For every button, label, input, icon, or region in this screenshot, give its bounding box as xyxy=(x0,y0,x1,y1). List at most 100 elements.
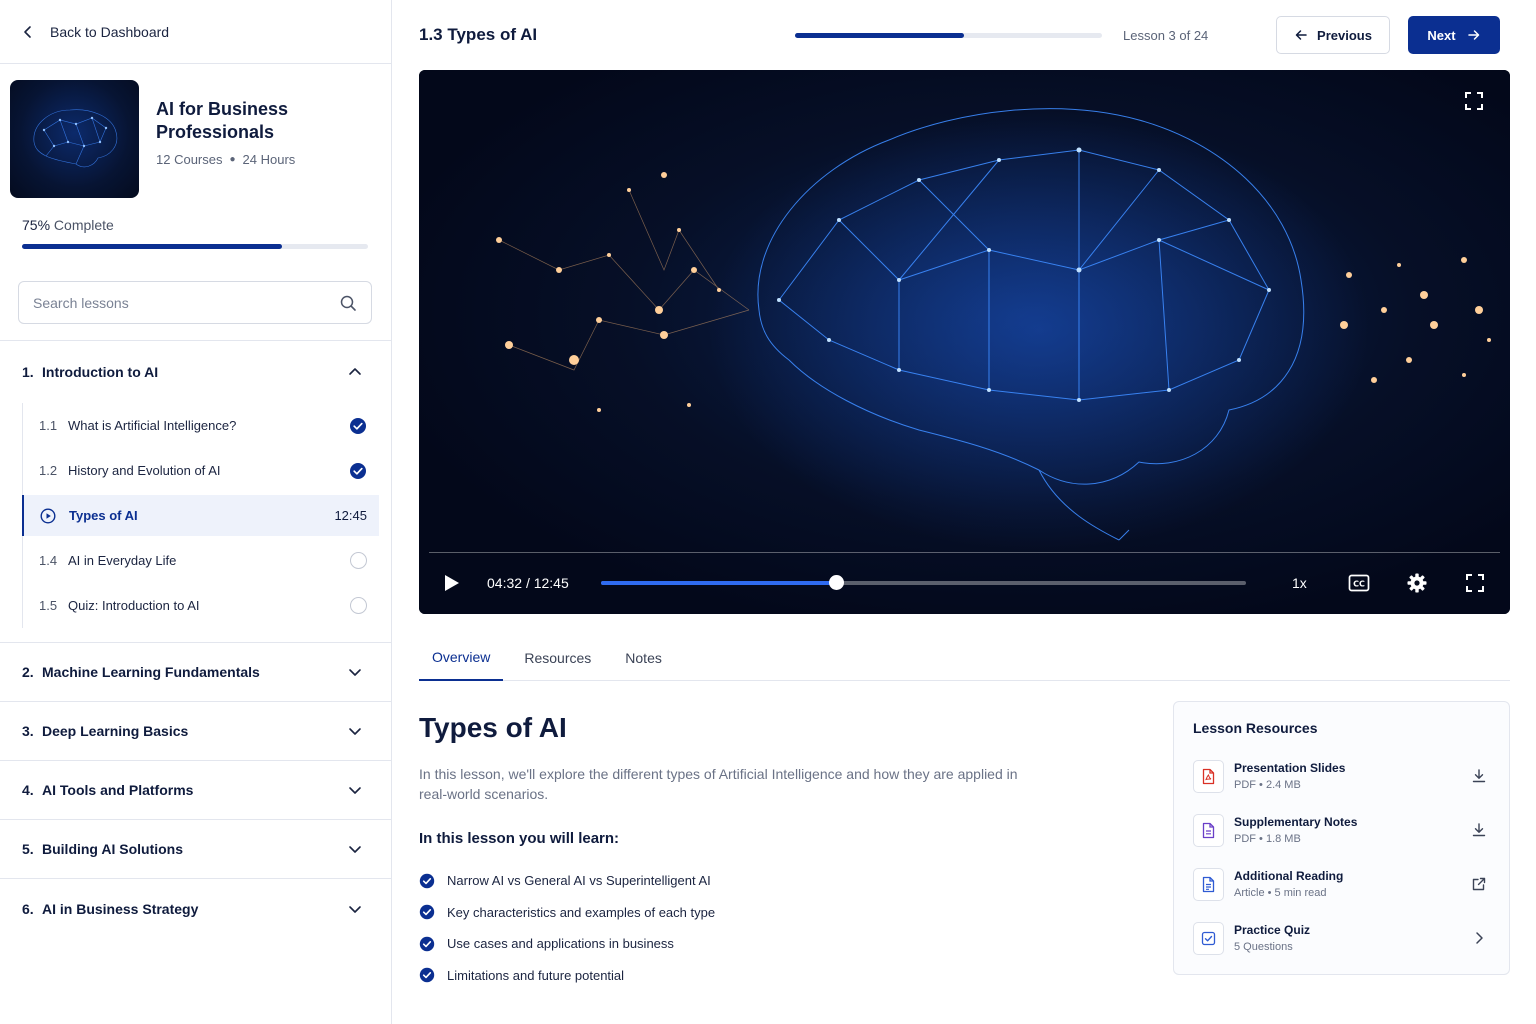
module-title: Building AI Solutions xyxy=(42,841,184,857)
notes-file-icon xyxy=(1202,822,1215,838)
cc-icon-text: CC xyxy=(1353,580,1365,589)
course-progress-label: 75% Complete xyxy=(22,217,114,233)
search-icon[interactable] xyxy=(339,294,357,312)
resource-additional-reading[interactable]: Additional Reading Article • 5 min read xyxy=(1193,857,1491,911)
learn-item-text: Limitations and future potential xyxy=(447,967,625,983)
learn-item-text: Narrow AI vs General AI vs Superintellig… xyxy=(447,873,711,889)
settings-gear-icon[interactable] xyxy=(1406,572,1428,594)
module-header-3[interactable]: 3. Deep Learning Basics xyxy=(0,702,391,761)
resource-practice-quiz[interactable]: Practice Quiz 5 Questions xyxy=(1193,911,1491,965)
download-icon[interactable] xyxy=(1471,822,1487,838)
module-title: Introduction to AI xyxy=(42,364,159,380)
check-circle-icon xyxy=(350,462,366,479)
fullscreen-icon[interactable] xyxy=(1464,572,1486,594)
resource-meta: PDF • 2.4 MB xyxy=(1234,779,1301,791)
overview-title: Types of AI xyxy=(419,712,567,743)
learn-heading: In this lesson you will learn: xyxy=(419,830,620,847)
previous-button[interactable]: Previous xyxy=(1276,16,1390,54)
playback-speed-button[interactable]: 1x xyxy=(1292,575,1332,591)
arrow-right-icon xyxy=(1467,30,1479,40)
time-separator: / xyxy=(525,575,530,591)
module-number: 6. xyxy=(22,900,34,917)
next-button[interactable]: Next xyxy=(1408,16,1500,54)
lesson-item-1-3-current[interactable]: Types of AI 12:45 xyxy=(22,495,379,536)
incomplete-circle-icon xyxy=(350,552,367,569)
resource-meta: Article • 5 min read xyxy=(1234,887,1327,899)
player-controls: 04:32 / 12:45 1x CC xyxy=(419,552,1510,614)
learn-list: Narrow AI vs General AI vs Superintellig… xyxy=(419,865,1059,991)
closed-captions-icon[interactable]: CC xyxy=(1348,572,1370,594)
progress-suffix: Complete xyxy=(50,217,114,233)
chevron-down-icon xyxy=(349,728,361,735)
chevron-up-icon xyxy=(349,368,361,375)
download-icon[interactable] xyxy=(1471,768,1487,784)
lesson-progress-fill xyxy=(795,32,964,38)
module-1: 1. Introduction to AI 1.1 What is Artifi… xyxy=(0,341,391,643)
module-title: Machine Learning Fundamentals xyxy=(42,664,260,680)
resources-title: Lesson Resources xyxy=(1193,720,1318,736)
resource-supplementary-notes[interactable]: Supplementary Notes PDF • 1.8 MB xyxy=(1193,803,1491,857)
module-number: 3. xyxy=(22,723,34,739)
total-duration: 12:45 xyxy=(533,575,569,591)
time-display: 04:32 / 12:45 xyxy=(487,575,601,591)
seek-handle[interactable] xyxy=(829,575,845,590)
lesson-item-1-4[interactable]: 1.4 AI in Everyday Life xyxy=(23,538,379,583)
overview-description: In this lesson, we'll explore the differ… xyxy=(419,766,1018,802)
module-header-4[interactable]: 4. AI Tools and Platforms xyxy=(0,761,391,820)
lesson-item-1-2[interactable]: 1.2 History and Evolution of AI xyxy=(23,448,379,493)
video-player[interactable]: 04:32 / 12:45 1x CC xyxy=(419,70,1510,614)
lesson-title: What is Artificial Intelligence? xyxy=(68,418,237,433)
lesson-topbar: 1.3 Types of AI Lesson 3 of 24 Previous … xyxy=(419,16,1510,54)
seek-bar-played xyxy=(601,581,837,585)
module-header-5[interactable]: 5. Building AI Solutions xyxy=(0,820,391,879)
check-circle-icon xyxy=(419,936,435,951)
resource-icon-box xyxy=(1193,867,1224,901)
lesson-item-1-5[interactable]: 1.5 Quiz: Introduction to AI xyxy=(23,583,379,628)
check-circle-icon xyxy=(419,873,435,888)
back-to-dashboard-link[interactable]: Back to Dashboard xyxy=(0,0,391,64)
lesson-counter: Lesson 3 of 24 xyxy=(1123,27,1209,43)
list-item: Limitations and future potential xyxy=(419,960,1059,992)
back-label: Back to Dashboard xyxy=(50,23,170,40)
seek-bar[interactable] xyxy=(601,575,1246,590)
module-title: AI Tools and Platforms xyxy=(42,782,194,798)
search-lessons-input[interactable] xyxy=(33,294,339,311)
fullscreen-icon[interactable] xyxy=(1464,91,1484,111)
module-header-2[interactable]: 2. Machine Learning Fundamentals xyxy=(0,643,391,702)
external-link-icon[interactable] xyxy=(1471,876,1487,892)
module-title: AI in Business Strategy xyxy=(42,900,199,917)
module-header-1[interactable]: 1. Introduction to AI xyxy=(0,341,391,403)
lesson-item-1-1[interactable]: 1.1 What is Artificial Intelligence? xyxy=(23,403,379,448)
chevron-right-icon[interactable] xyxy=(1471,930,1487,946)
course-progress-fill xyxy=(22,244,282,249)
tab-overview[interactable]: Overview xyxy=(419,634,504,681)
resource-meta: 5 Questions xyxy=(1234,941,1293,953)
resource-presentation-slides[interactable]: Presentation Slides PDF • 2.4 MB xyxy=(1193,749,1491,803)
play-icon[interactable] xyxy=(441,573,461,593)
play-circle-icon xyxy=(40,507,56,524)
article-icon xyxy=(1202,876,1215,892)
brain-network-visual xyxy=(419,70,1510,614)
module-number: 5. xyxy=(22,841,34,857)
lesson-tabs: Overview Resources Notes xyxy=(419,634,1510,681)
chevron-left-icon xyxy=(24,25,31,38)
learn-item-text: Use cases and applications in business xyxy=(447,936,674,952)
lesson-list: 1.1 What is Artificial Intelligence? 1.2… xyxy=(22,403,379,628)
tab-resources[interactable]: Resources xyxy=(511,634,604,681)
resource-name: Supplementary Notes xyxy=(1234,815,1358,829)
resource-name: Practice Quiz xyxy=(1234,923,1311,937)
module-header-6[interactable]: 6. AI in Business Strategy xyxy=(0,879,391,938)
course-sidebar: Back to Dashboard AI for Business Profes… xyxy=(0,0,392,1024)
lesson-title: Quiz: Introduction to AI xyxy=(68,598,200,613)
chevron-down-icon xyxy=(349,905,361,913)
arrow-left-icon xyxy=(1295,30,1307,40)
quiz-icon xyxy=(1201,931,1216,945)
resource-icon-box xyxy=(1193,813,1224,847)
learn-item-text: Key characteristics and examples of each… xyxy=(447,904,716,920)
tab-notes[interactable]: Notes xyxy=(612,634,675,681)
lesson-number: 1.1 xyxy=(39,418,58,433)
chevron-down-icon xyxy=(349,846,361,853)
pdf-file-icon xyxy=(1202,768,1215,784)
check-circle-icon xyxy=(419,968,435,983)
chevron-down-icon xyxy=(349,669,361,676)
